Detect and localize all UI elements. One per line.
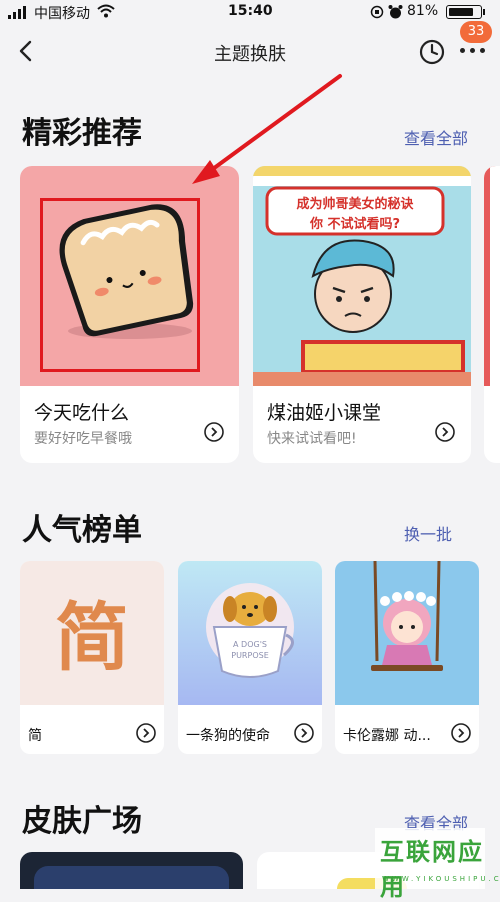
annotation-arrow-icon	[192, 74, 342, 184]
section-title-skins: 皮肤广场	[22, 804, 142, 839]
chevron-right-circle-icon[interactable]	[136, 723, 156, 743]
chevron-right-circle-icon[interactable]	[204, 422, 224, 442]
jian-theme-image: 简	[20, 561, 164, 705]
notification-badge: 33	[460, 21, 492, 43]
alarm-icon	[388, 5, 403, 19]
watermark-subtitle: WWW.YIKOUSHIPU.COM	[382, 875, 500, 883]
card-title: 今天吃什么	[34, 402, 130, 424]
view-all-featured-link[interactable]: 查看全部	[404, 125, 468, 149]
status-time: 15:40	[228, 3, 273, 19]
section-title-popular: 人气榜单	[22, 513, 142, 548]
dog-purpose-theme-image: A DOG'S PURPOSE	[178, 561, 322, 705]
popular-card-dog[interactable]: A DOG'S PURPOSE 一条狗的使命	[178, 561, 322, 754]
card-title: 一条狗的使命	[186, 728, 270, 744]
history-clock-icon[interactable]	[418, 38, 446, 66]
card-title: 卡伦露娜 动...	[343, 728, 431, 744]
refresh-batch-link[interactable]: 换一批	[404, 521, 452, 545]
orientation-lock-icon	[370, 5, 384, 19]
more-menu-icon[interactable]	[460, 48, 488, 56]
section-title-featured: 精彩推荐	[22, 116, 142, 151]
highlight-box	[40, 198, 200, 372]
popular-card-jian[interactable]: 简 简	[20, 561, 164, 754]
signal-icon	[8, 6, 30, 19]
featured-card-partial[interactable]	[484, 166, 500, 463]
watermark-title: 互联网应用	[380, 838, 484, 901]
skin-card-dark[interactable]	[20, 852, 243, 889]
chevron-right-circle-icon[interactable]	[294, 723, 314, 743]
image-caption-2: 你 不试试看吗?	[309, 216, 400, 232]
image-caption-1: 成为帅哥美女的秘诀	[296, 196, 414, 212]
featured-card-class[interactable]: 成为帅哥美女的秘诀 你 不试试看吗? 煤油姬小课堂 快来试试看吧!	[253, 166, 471, 463]
card-title: 简	[28, 728, 42, 744]
carrier-name: 中国移动	[34, 6, 90, 22]
chevron-right-circle-icon[interactable]	[435, 422, 455, 442]
cartoon-boy-theme-image: 成为帅哥美女的秘诀 你 不试试看吗?	[253, 166, 471, 386]
card-subtitle: 快来试试看吧!	[267, 431, 357, 447]
battery-percent: 81%	[407, 3, 439, 19]
wifi-icon	[97, 4, 115, 18]
swing-girl-theme-image	[335, 561, 479, 705]
image-caption-1: A DOG'S	[233, 640, 267, 649]
card-title: 煤油姬小课堂	[267, 402, 382, 424]
chevron-right-circle-icon[interactable]	[451, 723, 471, 743]
image-glyph: 简	[55, 595, 129, 681]
battery-icon	[446, 5, 486, 19]
card-subtitle: 要好好吃早餐哦	[34, 431, 132, 447]
popular-card-karen[interactable]: 卡伦露娜 动...	[335, 561, 479, 754]
status-bar: 中国移动 15:40 81%	[0, 0, 500, 26]
image-caption-2: PURPOSE	[231, 651, 269, 660]
